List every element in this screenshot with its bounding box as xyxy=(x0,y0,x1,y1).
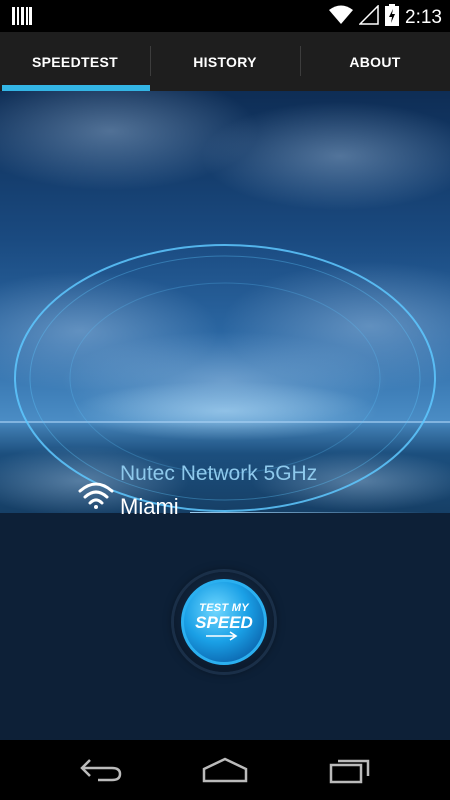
test-button-label-top: TEST MY xyxy=(199,601,249,614)
status-bar: 2:13 xyxy=(0,0,450,32)
arrow-icon xyxy=(206,630,238,641)
tab-speedtest[interactable]: SPEEDTEST xyxy=(0,32,150,91)
clock: 2:13 xyxy=(405,6,442,28)
home-icon[interactable] xyxy=(201,756,249,789)
battery-charging-icon xyxy=(385,4,400,31)
signal-icon xyxy=(358,4,379,30)
tab-about[interactable]: ABOUT xyxy=(300,32,450,91)
back-icon[interactable] xyxy=(78,756,124,789)
wifi-icon xyxy=(78,480,114,515)
test-button-label-bottom: SPEED xyxy=(195,612,253,632)
network-city: Miami xyxy=(120,494,179,519)
tab-bar: SPEEDTEST HISTORY ABOUT xyxy=(0,32,450,91)
divider xyxy=(190,512,430,513)
network-name: Nutec Network 5GHz xyxy=(120,462,318,485)
sky-background xyxy=(0,91,450,513)
test-my-speed-button[interactable]: TEST MY SPEED xyxy=(174,572,274,672)
navigation-bar xyxy=(0,740,450,800)
wifi-icon xyxy=(329,5,354,30)
barcode-icon xyxy=(12,7,32,30)
recent-apps-icon[interactable] xyxy=(328,756,374,789)
tab-history[interactable]: HISTORY xyxy=(150,32,300,91)
radar-ring xyxy=(14,244,436,512)
test-button-face: TEST MY SPEED xyxy=(181,579,267,665)
